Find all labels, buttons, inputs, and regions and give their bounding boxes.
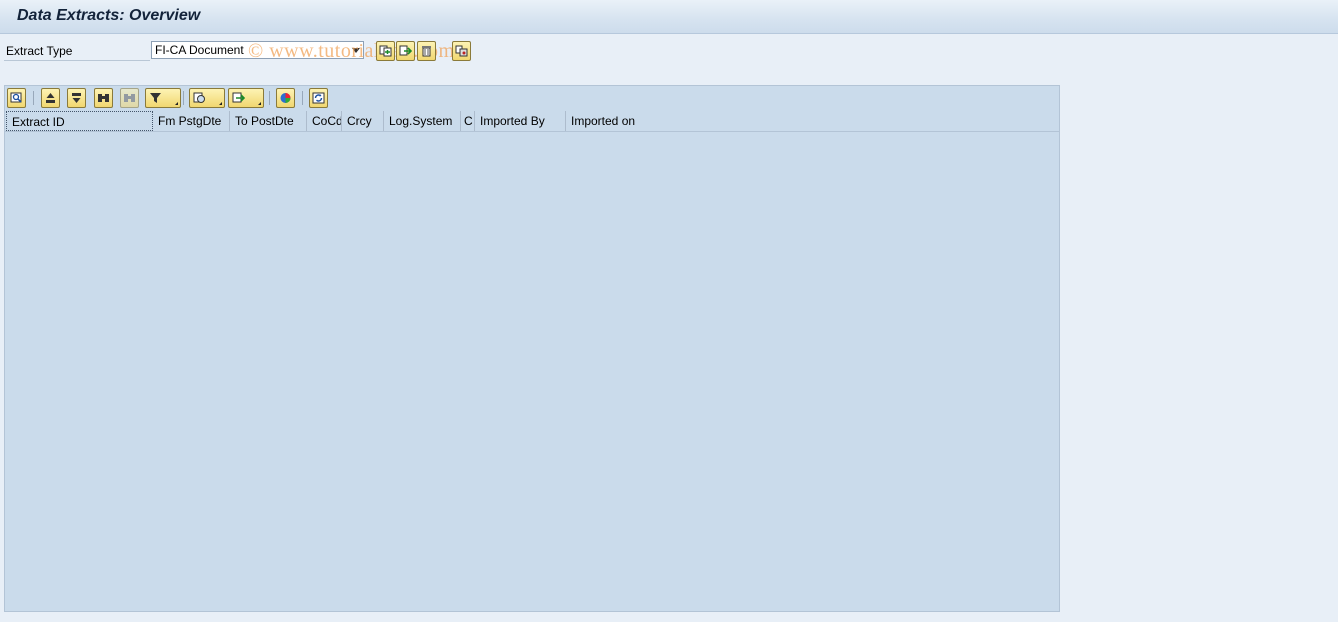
filter-icon	[150, 93, 161, 103]
toolbar-separator	[183, 91, 184, 105]
delete-trash-icon	[422, 46, 431, 57]
table-header: Extract ID Fm PstgDte To PostDte CoCd Cr…	[5, 111, 1059, 132]
column-crcy[interactable]: Crcy	[342, 111, 384, 131]
column-extract-id[interactable]: Extract ID	[6, 111, 153, 131]
export-icon	[232, 92, 245, 103]
label-underline	[4, 60, 150, 61]
column-log-system[interactable]: Log.System	[384, 111, 461, 131]
find-button[interactable]	[94, 88, 113, 108]
details-button[interactable]	[7, 88, 26, 108]
filter-button[interactable]	[145, 88, 181, 108]
column-to-postdte[interactable]: To PostDte	[230, 111, 307, 131]
extract-type-value: FI-CA Document	[155, 43, 244, 57]
copy-document-icon	[379, 45, 392, 57]
title-bar: Data Extracts: Overview	[0, 0, 1338, 34]
chart-icon	[280, 93, 291, 103]
alv-grid: Extract ID Fm PstgDte To PostDte CoCd Cr…	[4, 85, 1060, 612]
chevron-down-icon	[258, 102, 261, 105]
import-icon	[399, 45, 412, 56]
sort-ascending-button[interactable]	[41, 88, 60, 108]
refresh-button[interactable]	[309, 88, 328, 108]
column-c[interactable]: C	[461, 111, 475, 131]
find-icon	[98, 94, 109, 102]
column-imported-on[interactable]: Imported on	[566, 111, 644, 131]
column-imported-by[interactable]: Imported By	[475, 111, 566, 131]
extract-type-label: Extract Type	[6, 44, 73, 58]
sort-ascending-icon	[46, 93, 55, 103]
refresh-icon	[312, 92, 325, 104]
details-zoom-icon	[10, 92, 22, 103]
toolbar-separator	[302, 91, 303, 105]
toolbar-separator	[33, 91, 34, 105]
column-fm-pstgdte[interactable]: Fm PstgDte	[153, 111, 230, 131]
sum-icon	[193, 92, 205, 103]
copy-document-button[interactable]	[376, 41, 395, 61]
sort-descending-icon	[72, 93, 81, 103]
chevron-down-icon	[175, 102, 178, 105]
chart-button[interactable]	[276, 88, 295, 108]
sort-descending-button[interactable]	[67, 88, 86, 108]
chevron-down-icon	[219, 102, 222, 105]
delete-button[interactable]	[417, 41, 436, 61]
page-title: Data Extracts: Overview	[17, 7, 201, 24]
transfer-button[interactable]	[452, 41, 471, 61]
find-next-button[interactable]	[120, 88, 139, 108]
sum-button[interactable]	[189, 88, 225, 108]
column-cocd[interactable]: CoCd	[307, 111, 342, 131]
toolbar-separator	[269, 91, 270, 105]
export-button[interactable]	[228, 88, 264, 108]
import-button[interactable]	[396, 41, 415, 61]
find-next-icon	[124, 94, 135, 102]
transfer-icon	[455, 45, 468, 57]
table-body	[5, 132, 1059, 611]
